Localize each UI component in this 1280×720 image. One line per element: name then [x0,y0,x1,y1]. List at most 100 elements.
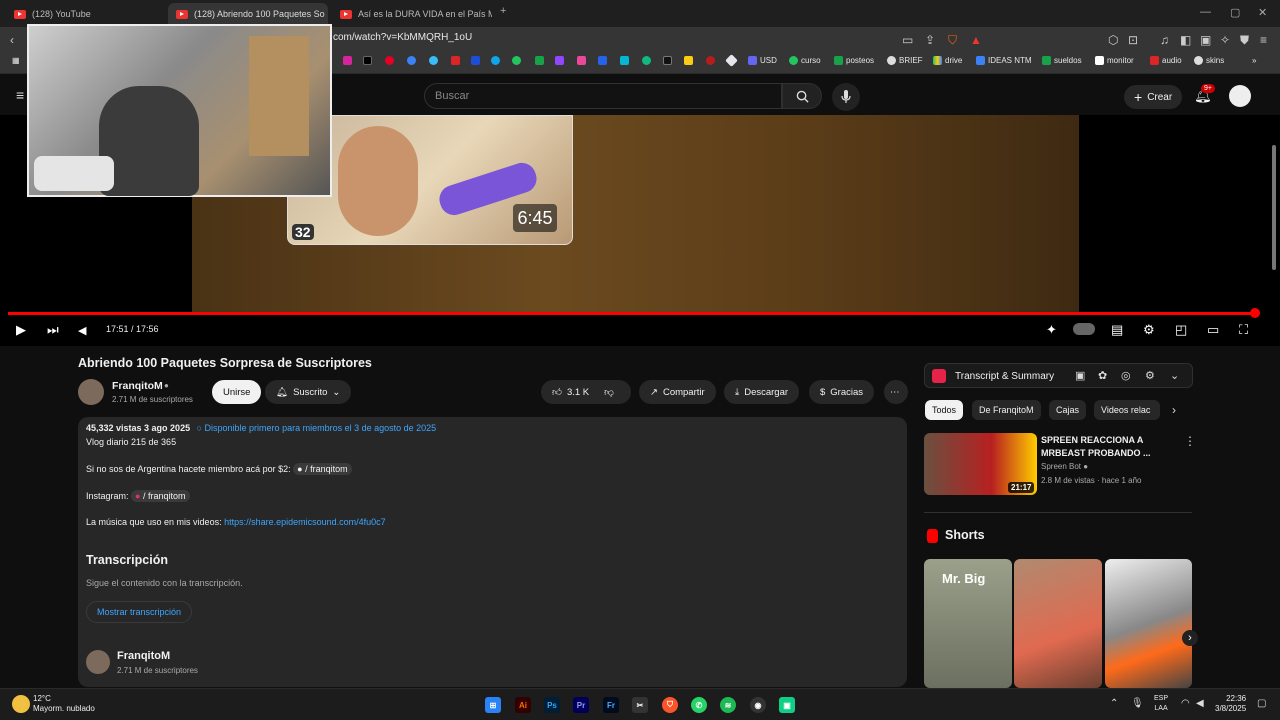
tab-other-video[interactable]: Así es la DURA VIDA en el País Más I [332,3,492,25]
brave-rewards-icon[interactable]: ▲ [970,33,982,47]
chip-de-franqitom[interactable]: De FranqitoM [972,400,1041,420]
bookmark-site[interactable] [706,56,715,65]
video-icon[interactable]: ▣ [1075,369,1085,382]
vpn-icon[interactable]: ⛊ [1240,33,1249,48]
search-button[interactable] [782,83,822,109]
capcut-icon[interactable]: ✂ [632,697,648,713]
bookmark-usd[interactable]: USD [748,56,777,65]
chevron-down-icon[interactable]: ⌄ [1170,369,1179,382]
chip-todos[interactable]: Todos [925,400,964,420]
spotify-icon[interactable]: ≋ [720,697,736,713]
page-scrollbar[interactable] [1272,145,1276,270]
download-button[interactable]: ⤓ Descargar [724,380,800,404]
subscribed-button[interactable]: 🔔︎ Suscrito ⌄ [265,380,352,404]
instagram-link[interactable]: ● / franqitom [131,490,190,502]
url-text[interactable]: com/watch?v=KbMMQRH_1oU [333,32,472,43]
notification-center-icon[interactable]: ▢ [1257,698,1266,709]
bookmark-site[interactable] [620,56,629,65]
bookmark-posteos[interactable]: posteos [834,56,874,65]
membership-link[interactable]: ● / franqitom [293,463,352,475]
wifi-icon[interactable]: ◠ [1181,698,1190,709]
join-button[interactable]: Unirse [212,380,262,404]
share-page-icon[interactable]: ⇪ [925,33,935,47]
channel-name[interactable]: FranqitoM [112,380,163,392]
tray-expand-icon[interactable]: ⌃ [1110,698,1118,709]
bookmark-site[interactable] [598,56,607,65]
bookmark-site[interactable] [535,56,544,65]
tab-current-video[interactable]: (128) Abriendo 100 Paquetes So ✕ [168,3,328,25]
bookmark-brief[interactable]: BRIEF [887,56,923,65]
share-button[interactable]: ↗ Compartir [639,380,716,404]
short-thumbnail[interactable] [1105,559,1192,688]
recommended-video-title[interactable]: SPREEN REACCIONA A MRBEAST PROBANDO ... [1041,434,1161,460]
close-window-icon[interactable]: ✕ [1258,6,1267,19]
more-vertical-icon[interactable]: ⋮ [1184,434,1196,448]
restore-icon[interactable]: ▢ [1230,6,1240,19]
chip-cajas[interactable]: Cajas [1049,400,1087,420]
recommended-channel[interactable]: Spreen Bot ● [1041,462,1088,471]
bookmark-x[interactable] [363,56,372,65]
bookmark-pinterest[interactable] [385,56,394,65]
chip-videos-relacionados[interactable]: Videos relac [1094,400,1160,420]
bookmark-site[interactable] [663,56,672,65]
account-avatar[interactable] [1229,85,1251,107]
ai-sparkle-icon[interactable]: ✦ [1046,322,1057,338]
menu-icon[interactable]: ≡ [1260,33,1267,47]
more-actions-button[interactable]: ⋯ [884,380,908,404]
voice-search-button[interactable] [832,83,860,111]
brave-shield-icon[interactable]: ⛉ [948,33,957,48]
miniplayer-icon[interactable]: ◰ [1175,322,1187,338]
subtitles-icon[interactable]: ▤ [1111,322,1123,338]
bookmark-site[interactable] [471,56,480,65]
fullscreen-icon[interactable]: ⛶ [1239,322,1248,338]
whatsapp-icon[interactable]: ✆ [691,697,707,713]
weather-widget[interactable]: 12°C Mayorm. nublado [33,694,95,714]
premiere-icon[interactable]: Pr [573,697,589,713]
apps-icon[interactable]: ▦ [12,56,20,65]
back-icon[interactable]: ‹ [10,33,14,47]
bookmark-site[interactable] [429,56,438,65]
bookmark-site[interactable] [725,54,738,67]
volume-icon[interactable]: ◀︎ [78,324,86,337]
illustrator-icon[interactable]: Ai [515,697,531,713]
like-count[interactable]: 3.1 K [567,387,589,398]
short-thumbnail[interactable] [1014,559,1102,688]
like-icon[interactable]: 👍︎ [552,386,562,398]
system-clock[interactable]: 22:36 3/8/2025 [1215,694,1246,714]
bookmark-site[interactable] [451,56,460,65]
bookmark-site[interactable] [407,56,416,65]
reader-icon[interactable]: ◎ [1121,369,1131,382]
bookmark-monitor[interactable]: monitor [1095,56,1134,65]
chevron-right-icon[interactable]: › [1182,630,1198,646]
members-first-note[interactable]: ○ Disponible primero para miembros el 3 … [197,423,437,433]
progress-scrubber[interactable] [1249,308,1260,318]
progress-bar[interactable] [8,312,1255,315]
thanks-button[interactable]: $ Gracias [809,380,875,404]
windows-start-icon[interactable]: ⊞ [485,697,501,713]
show-transcript-button[interactable]: Mostrar transcripción [86,601,193,623]
language-indicator[interactable]: ESP LAA [1154,694,1168,714]
wallet-icon[interactable]: ▣ [1200,33,1211,47]
settings-gear-icon[interactable]: ⚙ [1143,322,1155,338]
search-input[interactable]: Buscar [424,83,782,109]
bookmark-drive[interactable]: drive [933,56,962,65]
fresco-icon[interactable]: Fr [603,697,619,713]
theater-mode-icon[interactable]: ▭ [1207,322,1219,338]
bookmark-skins[interactable]: skins [1194,56,1224,65]
bookmark-site[interactable] [642,56,651,65]
transcript-summary-extension-bar[interactable]: Transcript & Summary ▣ ✿ ◎ ⚙ ⌄ [924,363,1193,388]
app-icon[interactable]: ▣ [779,697,795,713]
screenshot-icon[interactable]: ⊡ [1128,33,1138,47]
chatgpt-icon[interactable]: ✿ [1098,369,1107,382]
bookmark-site[interactable] [512,56,521,65]
tray-microphone-icon[interactable]: 🎙︎ [1131,698,1144,709]
autoplay-toggle[interactable] [1073,323,1095,335]
bookmark-audio[interactable]: audio [1150,56,1182,65]
sidebar-icon[interactable]: ◧ [1180,33,1191,47]
puzzle-icon[interactable]: ✧ [1220,33,1230,47]
hamburger-icon[interactable]: ≡ [16,87,24,103]
channel-name[interactable]: FranqitoM [117,650,170,662]
next-video-icon[interactable]: ⏭︎ [47,322,59,338]
chevron-right-icon[interactable]: › [1172,403,1176,417]
epidemic-sound-link[interactable]: https://share.epidemicsound.com/4fu0c7 [224,517,386,527]
